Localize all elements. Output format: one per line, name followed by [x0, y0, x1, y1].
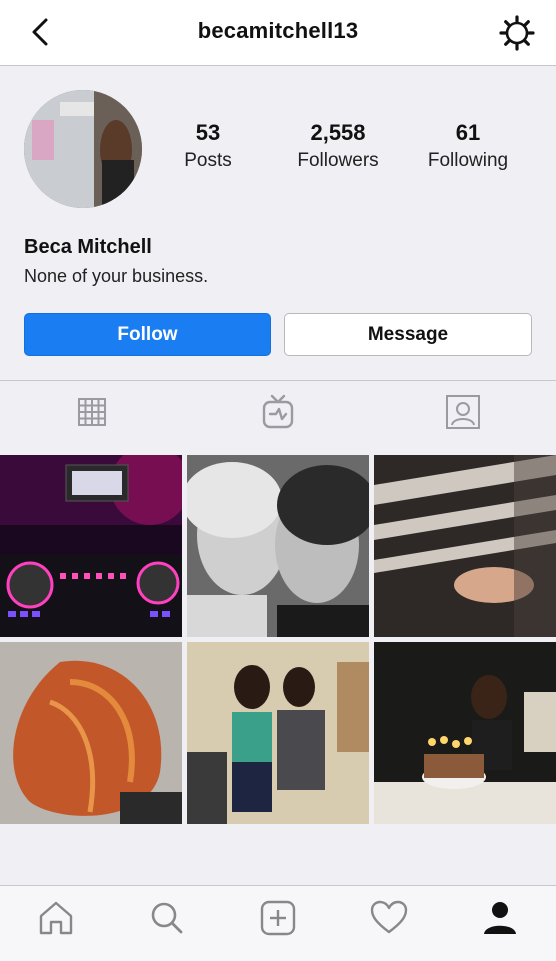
- follow-button[interactable]: Follow: [24, 313, 271, 356]
- bio-text: None of your business.: [24, 266, 209, 286]
- username-title: becamitchell13: [197, 18, 359, 43]
- post-thumbnail[interactable]: [187, 642, 369, 824]
- search-icon[interactable]: [147, 898, 187, 938]
- post-thumbnail[interactable]: [187, 455, 369, 637]
- display-name: Beca Mitchell: [24, 236, 152, 258]
- following-label: Following: [427, 150, 509, 171]
- following-value: 61: [455, 120, 481, 145]
- tabs-divider: [0, 442, 556, 443]
- post-thumbnail[interactable]: [374, 455, 556, 637]
- post-thumbnail[interactable]: [0, 642, 182, 824]
- following-count[interactable]: 61 Following: [408, 120, 528, 172]
- message-button[interactable]: Message: [284, 313, 532, 356]
- activity-heart-icon[interactable]: [369, 898, 409, 938]
- gear-icon[interactable]: [498, 14, 536, 52]
- followers-label: Followers: [297, 150, 379, 171]
- bottom-nav: [0, 885, 556, 961]
- post-thumbnail[interactable]: [374, 642, 556, 824]
- posts-label: Posts: [184, 150, 232, 171]
- post-thumbnail[interactable]: [0, 455, 182, 637]
- avatar[interactable]: [24, 90, 142, 208]
- divider: [0, 380, 556, 381]
- igtv-icon[interactable]: [258, 392, 298, 432]
- home-icon[interactable]: [36, 898, 76, 938]
- followers-count[interactable]: 2,558 Followers: [278, 120, 398, 172]
- profile-tabs: [0, 382, 556, 438]
- top-bar: becamitchell13: [0, 0, 556, 66]
- grid-icon[interactable]: [72, 392, 112, 432]
- new-post-icon[interactable]: [258, 898, 298, 938]
- posts-value: 53: [195, 120, 221, 145]
- posts-count[interactable]: 53 Posts: [148, 120, 268, 172]
- followers-value: 2,558: [310, 120, 366, 145]
- tagged-icon[interactable]: [443, 392, 483, 432]
- profile-icon[interactable]: [480, 898, 520, 938]
